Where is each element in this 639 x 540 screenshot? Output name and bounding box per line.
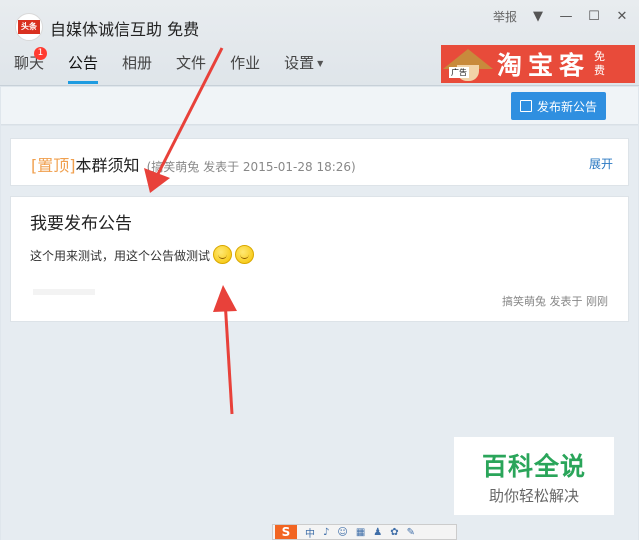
publish-announcement-button[interactable]: 发布新公告 [511,92,606,120]
chinese-mode-icon[interactable]: 中 [305,525,315,540]
window-title: 自媒体诚信互助 免费 [50,20,200,39]
input-method-bar: S 中 ♪ ☺ ▦ ♟ ✿ ✎ [272,524,457,540]
ad-free-text: 免费 [594,50,606,77]
dropdown-icon[interactable]: ▼ [531,9,545,24]
expand-link[interactable]: 展开 [589,155,613,172]
edit-icon [519,100,532,112]
ad-text: 淘宝客 [497,51,591,80]
tab-files-label: 文件 [176,54,207,72]
title-bar: 头条 自媒体诚信互助 免费 举报 ▼ — ☐ ✕ 聊天 1 公告 相册 文件 作… [0,0,639,86]
publish-button-label: 发布新公告 [536,99,597,114]
post-title: 我要发布公告 [30,214,132,234]
chevron-down-icon: ▼ [317,59,324,68]
minimize-icon[interactable]: — [559,9,573,24]
report-link[interactable]: 举报 [493,8,517,25]
keyboard-icon[interactable]: ▦ [356,527,365,538]
user-icon[interactable]: ♟ [373,527,382,538]
pinned-tag: [置顶] [31,156,76,175]
ad-tag: 广告 [449,67,469,78]
tab-bar: 聊天 1 公告 相册 文件 作业 设置 ▼ [14,47,347,84]
watermark: 百科全说 助你轻松解决 [454,437,614,515]
ad-banner[interactable]: 广告 淘宝客 免费 [441,45,635,83]
skin-icon[interactable]: ✿ [390,527,398,538]
smile-emoji-icon [213,245,233,264]
tab-chat[interactable]: 聊天 1 [14,47,47,84]
emoji-icon[interactable]: ☺ [337,527,347,538]
tab-homework[interactable]: 作业 [230,52,260,84]
window-controls: 举报 ▼ — ☐ ✕ [493,8,629,25]
post-body-text: 这个用来测试，用这个公告做测试 [30,249,211,263]
post-meta: 搞笑萌兔 发表于 刚刚 [502,295,608,308]
watermark-subtitle: 助你轻松解决 [488,486,579,505]
maximize-icon[interactable]: ☐ [587,9,601,24]
group-avatar[interactable]: 头条 [15,13,43,41]
sogou-logo-icon[interactable]: S [275,525,297,539]
tools-icon[interactable]: ✎ [407,527,415,538]
tab-settings[interactable]: 设置 ▼ [284,52,323,84]
smile-emoji-icon [235,245,255,264]
tab-album[interactable]: 相册 [122,52,152,84]
tab-files[interactable]: 文件 [176,52,206,84]
announcement-post[interactable]: 我要发布公告 这个用来测试，用这个公告做测试 搞笑萌兔 发表于 刚刚 [10,196,629,322]
tab-announcements[interactable]: 公告 [68,52,99,84]
music-icon[interactable]: ♪ [323,527,329,538]
faded-text [33,289,95,295]
pinned-title: 本群须知 [75,156,140,175]
pinned-meta: (搞笑萌兔 发表于 2015-01-28 18:26) [146,160,356,174]
tab-announcements-label: 公告 [68,54,99,72]
pinned-announcement[interactable]: [置顶]本群须知 (搞笑萌兔 发表于 2015-01-28 18:26) 展开 [10,138,629,186]
tab-settings-label: 设置 [284,54,315,72]
unread-badge: 1 [34,47,47,60]
tab-homework-label: 作业 [230,54,261,72]
straw-hat-icon: 广告 [441,45,497,83]
post-body: 这个用来测试，用这个公告做测试 [30,245,255,264]
announcement-toolbar: 发布新公告 [1,87,638,125]
group-logo-text: 头条 [18,20,40,34]
watermark-title: 百科全说 [481,451,586,481]
tab-album-label: 相册 [122,54,153,72]
close-icon[interactable]: ✕ [615,9,629,24]
